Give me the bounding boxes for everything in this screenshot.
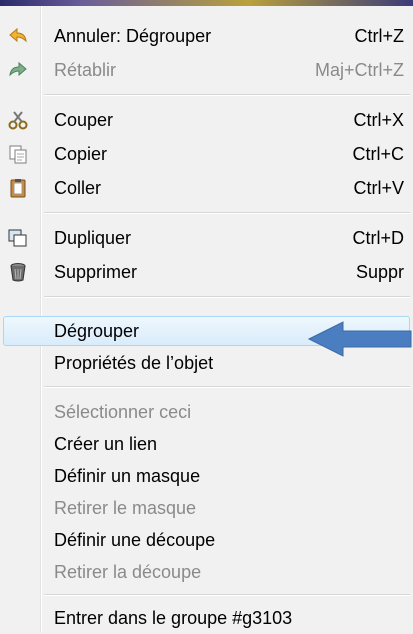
- menu-item-paste[interactable]: Coller Ctrl+V: [0, 172, 413, 204]
- menu-item-release-mask[interactable]: Retirer le masque: [0, 492, 413, 524]
- menu-item-release-clip[interactable]: Retirer la découpe: [0, 556, 413, 588]
- menu-item-label: Supprimer: [54, 262, 138, 282]
- menu-item-set-clip[interactable]: Définir une découpe: [0, 524, 413, 556]
- menu-item-label: Annuler: Dégrouper: [54, 26, 212, 46]
- scissors-icon: [7, 109, 29, 131]
- menu-item-shortcut: Suppr: [355, 262, 404, 282]
- menu-item-select-this[interactable]: Sélectionner ceci: [0, 396, 413, 428]
- menu-item-label: Copier: [54, 144, 108, 164]
- menu-item-label: Définir un masque: [54, 466, 201, 486]
- menu-item-label: Propriétés de l’objet: [54, 353, 214, 373]
- trash-icon: [7, 261, 29, 283]
- menu-item-label: Coller: [54, 178, 102, 198]
- undo-icon: [7, 25, 29, 47]
- menu-separator: [44, 212, 410, 214]
- menu-item-shortcut: Ctrl+Z: [354, 26, 405, 46]
- menu-item-label: Dégrouper: [54, 321, 140, 341]
- menu-item-label: Créer un lien: [54, 434, 158, 454]
- context-menu: Annuler: Dégrouper Ctrl+Z Rétablir Maj+C…: [0, 6, 413, 632]
- menu-item-label: Retirer la découpe: [54, 562, 202, 582]
- redo-icon: [7, 59, 29, 81]
- menu-item-shortcut: Ctrl+D: [352, 228, 404, 248]
- paste-icon: [7, 177, 29, 199]
- menu-item-enter-group[interactable]: Entrer dans le groupe #g3103: [0, 602, 413, 634]
- menu-item-shortcut: Ctrl+X: [353, 110, 404, 130]
- menu-item-delete[interactable]: Supprimer Suppr: [0, 256, 413, 288]
- menu-separator: [44, 296, 410, 298]
- menu-item-label: Sélectionner ceci: [54, 402, 192, 422]
- menu-item-duplicate[interactable]: Dupliquer Ctrl+D: [0, 222, 413, 254]
- menu-item-cut[interactable]: Couper Ctrl+X: [0, 104, 413, 136]
- menu-item-label: Définir une découpe: [54, 530, 216, 550]
- menu-item-label: Rétablir: [54, 60, 117, 80]
- callout-arrow-icon: [307, 321, 412, 357]
- menu-item-label: Dupliquer: [54, 228, 132, 248]
- copy-icon: [7, 143, 29, 165]
- menu-item-copy[interactable]: Copier Ctrl+C: [0, 138, 413, 170]
- duplicate-icon: [7, 227, 29, 249]
- menu-item-label: Retirer le masque: [54, 498, 197, 518]
- menu-item-create-link[interactable]: Créer un lien: [0, 428, 413, 460]
- menu-item-shortcut: Ctrl+C: [352, 144, 404, 164]
- menu-item-shortcut: Maj+Ctrl+Z: [314, 60, 404, 80]
- menu-item-undo[interactable]: Annuler: Dégrouper Ctrl+Z: [0, 20, 413, 52]
- menu-item-label: Entrer dans le groupe #g3103: [54, 608, 293, 628]
- menu-separator: [44, 94, 410, 96]
- menu-item-shortcut: Ctrl+V: [353, 178, 404, 198]
- menu-item-label: Couper: [54, 110, 114, 130]
- menu-separator: [44, 386, 410, 388]
- menu-item-set-mask[interactable]: Définir un masque: [0, 460, 413, 492]
- menu-separator: [44, 594, 410, 596]
- menu-item-redo[interactable]: Rétablir Maj+Ctrl+Z: [0, 54, 413, 86]
